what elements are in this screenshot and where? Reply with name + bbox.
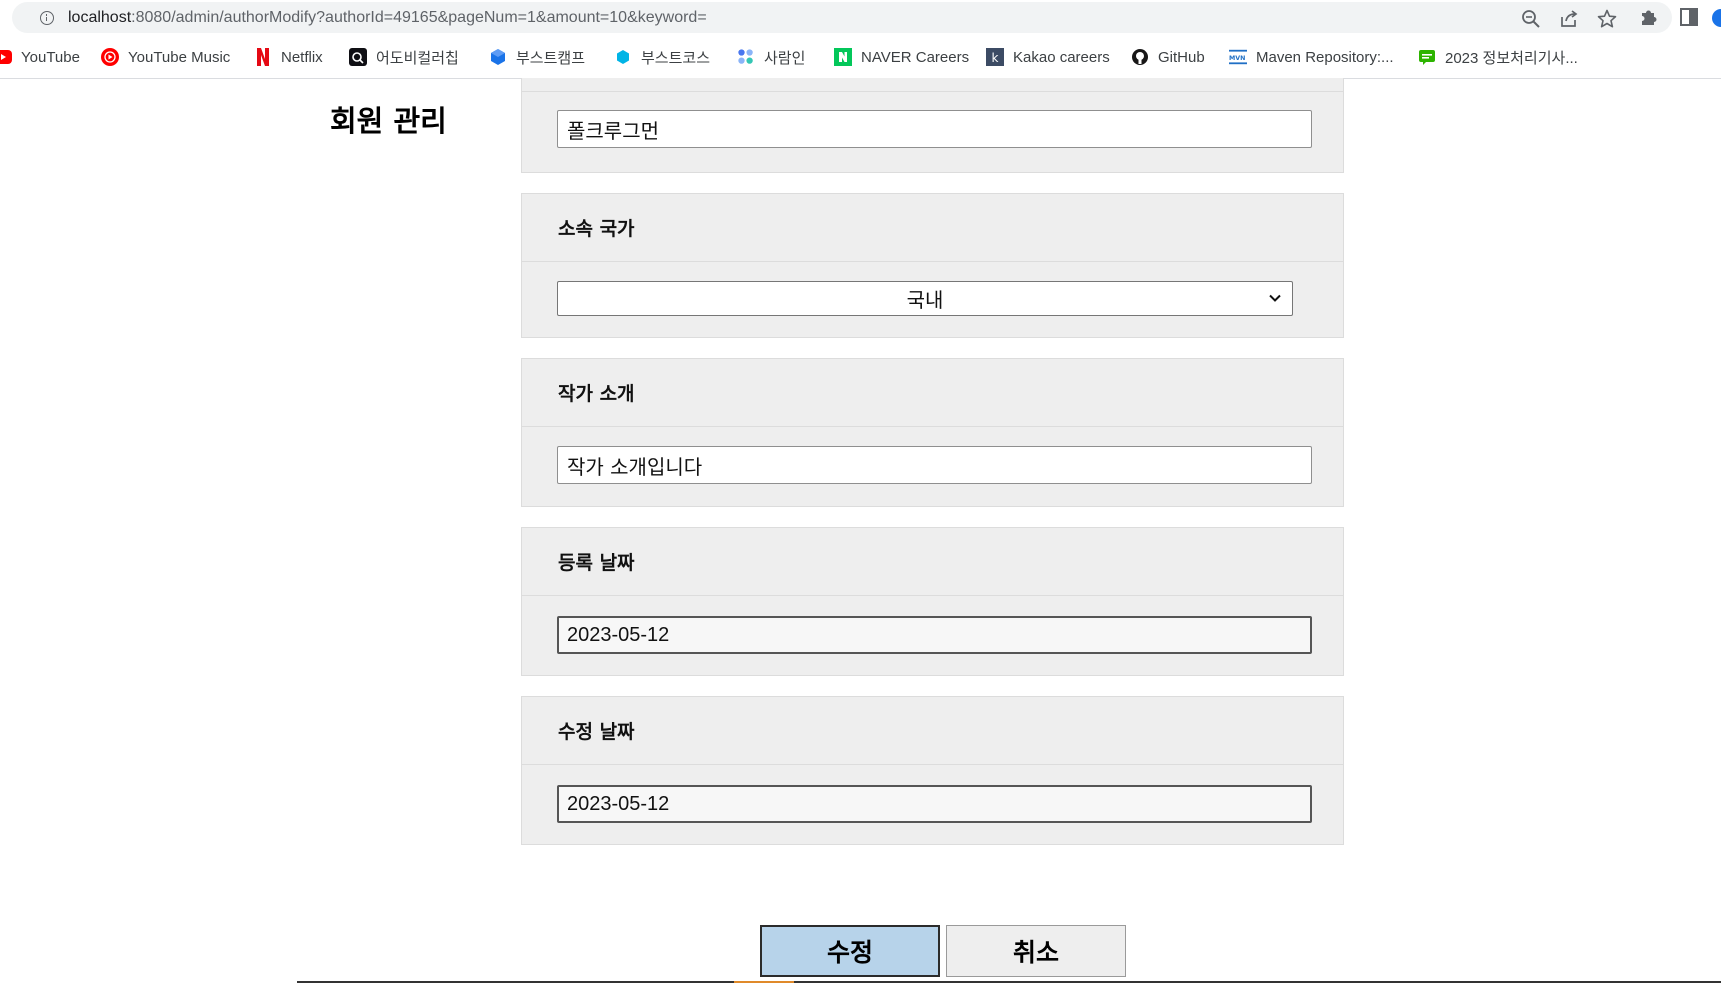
youtube-icon: [0, 48, 12, 66]
field-row: 2023-05-12: [522, 596, 1343, 675]
share-icon[interactable]: [1558, 8, 1580, 30]
author-intro-input[interactable]: 작가 소개입니다: [557, 446, 1312, 484]
bookmarks-bar: YouTube YouTube Music Netflix 어도비컬러칩 부스트…: [0, 35, 1721, 79]
bookmark-boostcourse[interactable]: 부스트코스: [614, 46, 710, 68]
bookmark-adobe-color[interactable]: 어도비컬러칩: [349, 46, 459, 68]
nation-selected-value: 국내: [906, 288, 944, 312]
bookmark-exam[interactable]: 2023 정보처리기사...: [1418, 46, 1578, 68]
bookmark-label: Maven Repository:...: [1256, 48, 1394, 66]
author-name-input[interactable]: 폴크루그먼: [557, 110, 1312, 148]
boostcourse-icon: [614, 48, 632, 66]
bookmark-label: YouTube: [21, 48, 80, 66]
bookmark-kakao-careers[interactable]: k Kakao careers: [986, 46, 1110, 68]
nation-section: 소속 국가 국내: [521, 193, 1344, 338]
bookmark-naver-careers[interactable]: NAVER Careers: [834, 46, 969, 68]
chevron-down-icon: [1269, 294, 1281, 302]
bookmark-netflix[interactable]: Netflix: [254, 46, 323, 68]
bookmark-label: YouTube Music: [128, 48, 231, 66]
page-title: 회원 관리: [330, 104, 447, 138]
bookmark-boostcamp[interactable]: 부스트캠프: [489, 46, 585, 68]
site-info-icon[interactable]: [40, 11, 54, 25]
netflix-icon: [254, 48, 272, 66]
star-icon[interactable]: [1596, 8, 1618, 30]
cancel-button[interactable]: 취소: [946, 925, 1126, 977]
youtube-music-icon: [101, 48, 119, 66]
nation-label: 소속 국가: [522, 194, 1343, 262]
url-text[interactable]: localhost:8080/admin/authorModify?author…: [68, 9, 707, 27]
update-date-section: 수정 날짜 2023-05-12: [521, 696, 1344, 845]
field-row: 폴크루그먼: [522, 92, 1343, 172]
modify-button[interactable]: 수정: [760, 925, 940, 977]
side-panel-icon[interactable]: [1678, 6, 1700, 28]
section-divider: [522, 78, 1343, 92]
intro-label: 작가 소개: [522, 359, 1343, 427]
bookmark-label: 2023 정보처리기사...: [1445, 49, 1578, 67]
boostcamp-icon: [489, 48, 507, 66]
field-row: 작가 소개입니다: [522, 427, 1343, 506]
bookmark-youtube-music[interactable]: YouTube Music: [101, 46, 230, 68]
adobe-color-icon: [349, 48, 367, 66]
kakao-icon: k: [986, 48, 1004, 66]
reg-date-label: 등록 날짜: [522, 528, 1343, 596]
nation-select[interactable]: 국내: [557, 281, 1293, 316]
bookmark-label: Kakao careers: [1013, 48, 1110, 66]
address-bar: localhost:8080/admin/authorModify?author…: [0, 0, 1721, 35]
update-date-field[interactable]: 2023-05-12: [557, 785, 1312, 823]
profile-avatar[interactable]: [1712, 9, 1721, 27]
saramin-icon: [737, 48, 755, 66]
extensions-icon[interactable]: [1638, 6, 1660, 28]
svg-text:MVN: MVN: [1229, 55, 1245, 62]
bookmark-github[interactable]: GitHub: [1131, 46, 1205, 68]
reg-date-field[interactable]: 2023-05-12: [557, 616, 1312, 654]
svg-text:k: k: [992, 51, 999, 65]
update-date-label: 수정 날짜: [522, 697, 1343, 765]
github-icon: [1131, 48, 1149, 66]
maven-icon: MVN: [1229, 48, 1247, 66]
chat-icon: [1418, 48, 1436, 66]
author-intro-section: 작가 소개 작가 소개입니다: [521, 358, 1344, 507]
zoom-icon[interactable]: [1520, 8, 1542, 30]
bookmark-label: 부스트코스: [641, 49, 711, 67]
field-row: 2023-05-12: [522, 765, 1343, 844]
bookmark-label: 부스트캠프: [516, 49, 586, 67]
bookmark-label: NAVER Careers: [861, 48, 970, 66]
bookmark-label: Netflix: [281, 48, 323, 66]
omnibox[interactable]: localhost:8080/admin/authorModify?author…: [12, 2, 1672, 33]
bookmark-youtube[interactable]: YouTube: [0, 46, 80, 68]
reg-date-section: 등록 날짜 2023-05-12: [521, 527, 1344, 676]
field-row: 국내: [522, 262, 1343, 337]
bookmark-saramin[interactable]: 사람인: [737, 46, 805, 68]
bookmark-maven[interactable]: MVN Maven Repository:...: [1229, 46, 1394, 68]
author-name-section: 폴크루그먼: [521, 78, 1344, 173]
naver-icon: [834, 48, 852, 66]
bookmark-label: 어도비컬러칩: [376, 49, 459, 67]
bookmark-label: 사람인: [764, 49, 806, 67]
bookmark-label: GitHub: [1158, 48, 1205, 66]
